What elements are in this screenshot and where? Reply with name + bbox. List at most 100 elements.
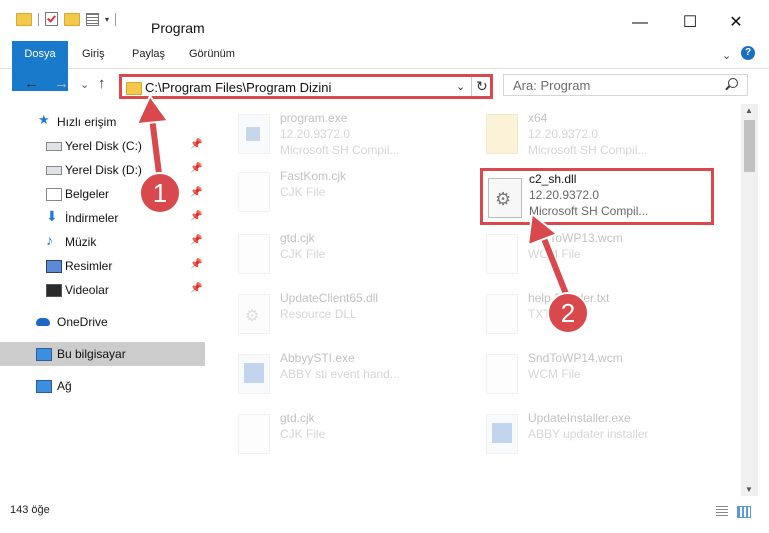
pin-icon[interactable]: 📌 xyxy=(190,163,202,174)
file-name: c2_sh.dll xyxy=(529,172,577,186)
divider xyxy=(38,12,39,26)
file-description: ABBY sti event hand... xyxy=(280,367,400,381)
sidebar-item-music[interactable]: ♪ Müzik 📌 xyxy=(0,230,205,254)
forward-button[interactable]: → xyxy=(54,75,69,92)
drive-icon xyxy=(46,166,62,175)
file-name: FastKom.cjk xyxy=(280,169,347,183)
pin-icon[interactable]: 📌 xyxy=(190,211,202,222)
document-file-icon xyxy=(486,294,518,334)
refresh-icon[interactable]: ↻ xyxy=(476,78,488,95)
file-type: WCM File xyxy=(528,247,581,261)
documents-icon xyxy=(46,188,62,201)
sidebar-item-onedrive[interactable]: OneDrive xyxy=(0,310,205,334)
file-description: Microsoft SH Compil... xyxy=(529,204,649,218)
sidebar-item-label: Ağ xyxy=(57,379,72,393)
search-icon[interactable] xyxy=(728,78,738,88)
file-item[interactable]: SndToWP13.wcm WCM File xyxy=(468,228,698,278)
expand-ribbon-chevron-icon[interactable]: ⌄ xyxy=(722,49,731,62)
file-description: Microsoft SH Compil... xyxy=(280,143,400,157)
file-name: x64 xyxy=(528,111,548,125)
file-item[interactable]: FastKom.cjk CJK File xyxy=(220,166,450,216)
sidebar-item-label: İndirmeler xyxy=(65,211,119,225)
close-button[interactable]: ✕ xyxy=(713,12,759,34)
up-button[interactable]: ↑ xyxy=(98,75,106,92)
file-type: CJK File xyxy=(280,427,326,441)
pin-icon[interactable]: 📌 xyxy=(190,259,202,270)
star-icon: ★ xyxy=(38,112,50,127)
window-title: Program xyxy=(151,20,205,36)
sidebar-item-label: Bu bilgisayar xyxy=(57,347,126,361)
exe-file-icon xyxy=(238,354,270,394)
file-name: UpdateInstaller.exe xyxy=(528,411,631,425)
file-item[interactable]: gtd.cjk CJK File xyxy=(220,228,450,278)
pin-icon[interactable]: 📌 xyxy=(190,283,202,294)
sidebar-item-label: Yerel Disk (C:) xyxy=(65,139,142,153)
pin-icon[interactable]: 📌 xyxy=(190,235,202,246)
scroll-up-icon[interactable]: ▲ xyxy=(745,106,753,115)
file-version: 12.20.9372.0 xyxy=(529,188,600,202)
navigation-pane: ★ Hızlı erişim Yerel Disk (C:) 📌 Yerel D… xyxy=(0,104,210,496)
pin-icon[interactable]: 📌 xyxy=(190,139,202,150)
properties-icon[interactable] xyxy=(86,12,99,26)
document-file-icon xyxy=(486,234,518,274)
videos-icon xyxy=(46,284,62,297)
file-item[interactable]: UpdateClient65.dll Resource DLL xyxy=(220,288,450,338)
file-item[interactable]: program.exe 12.20.9372.0 Microsoft SH Co… xyxy=(220,108,450,158)
folder-icon xyxy=(486,114,518,154)
tab-view[interactable]: Görünüm xyxy=(189,41,235,68)
file-type: CJK File xyxy=(280,185,326,199)
document-file-icon xyxy=(238,234,270,274)
dll-file-icon: ⚙ xyxy=(488,178,522,218)
help-icon[interactable]: ? xyxy=(741,46,755,60)
customize-toolbar-chevron-icon[interactable]: ▾ xyxy=(105,15,109,24)
file-list: program.exe 12.20.9372.0 Microsoft SH Co… xyxy=(210,104,741,496)
file-description: Microsoft SH Compil... xyxy=(528,143,648,157)
address-path[interactable]: C:\Program Files\Program Dizini xyxy=(145,80,331,95)
ribbon-tabs: Dosya Giriş Paylaş Görünüm ⌄ ? xyxy=(0,41,769,91)
scrollbar-thumb[interactable] xyxy=(744,120,755,172)
minimize-button[interactable]: — xyxy=(617,12,663,34)
new-folder-icon[interactable] xyxy=(64,12,80,26)
details-view-icon[interactable] xyxy=(716,506,728,516)
file-name: UpdateClient65.dll xyxy=(280,291,379,305)
file-type: Resource DLL xyxy=(280,307,357,321)
quick-access-toolbar: ▾ xyxy=(16,12,117,26)
document-file-icon xyxy=(486,354,518,394)
folder-item[interactable]: x64 12.20.9372.0 Microsoft SH Compil... xyxy=(468,108,698,158)
file-version: 12.20.9372.0 xyxy=(280,127,351,141)
sidebar-item-quick-access[interactable]: ★ Hızlı erişim xyxy=(0,110,205,134)
sidebar-item-downloads[interactable]: ⬇ İndirmeler 📌 xyxy=(0,206,205,230)
selected-file-item[interactable]: ⚙ c2_sh.dll 12.20.9372.0 Microsoft SH Co… xyxy=(480,168,714,225)
address-bar[interactable]: C:\Program Files\Program Dizini ⌄ ↻ xyxy=(119,74,493,99)
network-icon xyxy=(36,380,52,393)
search-input[interactable]: Ara: Program xyxy=(503,74,748,96)
exe-file-icon xyxy=(486,414,518,454)
sidebar-item-local-disk-c[interactable]: Yerel Disk (C:) 📌 xyxy=(0,134,205,158)
vertical-scrollbar[interactable]: ▲ ▼ xyxy=(741,104,758,496)
tab-home[interactable]: Giriş xyxy=(82,41,105,68)
file-item[interactable]: gtd.cjk CJK File xyxy=(220,408,450,458)
file-item[interactable]: SndToWP14.wcm WCM File xyxy=(468,348,698,398)
sidebar-item-pictures[interactable]: Resimler 📌 xyxy=(0,254,205,278)
music-icon: ♪ xyxy=(46,232,53,248)
sidebar-item-label: Videolar xyxy=(65,283,109,297)
properties-check-icon[interactable] xyxy=(45,12,58,26)
sidebar-item-videos[interactable]: Videolar 📌 xyxy=(0,278,205,302)
file-type: WCM File xyxy=(528,367,581,381)
gear-icon: ⚙ xyxy=(495,189,512,209)
tab-share[interactable]: Paylaş xyxy=(132,41,165,68)
back-button[interactable]: ← xyxy=(24,75,39,92)
file-name: SndToWP14.wcm xyxy=(528,351,623,365)
file-item[interactable]: AbbyySTI.exe ABBY sti event hand... xyxy=(220,348,450,398)
pin-icon[interactable]: 📌 xyxy=(190,187,202,198)
file-item[interactable]: UpdateInstaller.exe ABBY updater install… xyxy=(468,408,698,458)
scroll-down-icon[interactable]: ▼ xyxy=(745,485,753,494)
sidebar-item-this-pc[interactable]: Bu bilgisayar xyxy=(0,342,205,366)
sidebar-item-network[interactable]: Ağ xyxy=(0,374,205,398)
address-dropdown-chevron-icon[interactable]: ⌄ xyxy=(456,80,465,93)
downloads-icon: ⬇ xyxy=(46,208,58,224)
recent-locations-chevron-icon[interactable]: ⌄ xyxy=(80,78,89,91)
maximize-button[interactable]: ☐ xyxy=(667,12,713,34)
large-icons-view-icon[interactable] xyxy=(737,506,751,518)
file-version: 12.20.9372.0 xyxy=(528,127,599,141)
